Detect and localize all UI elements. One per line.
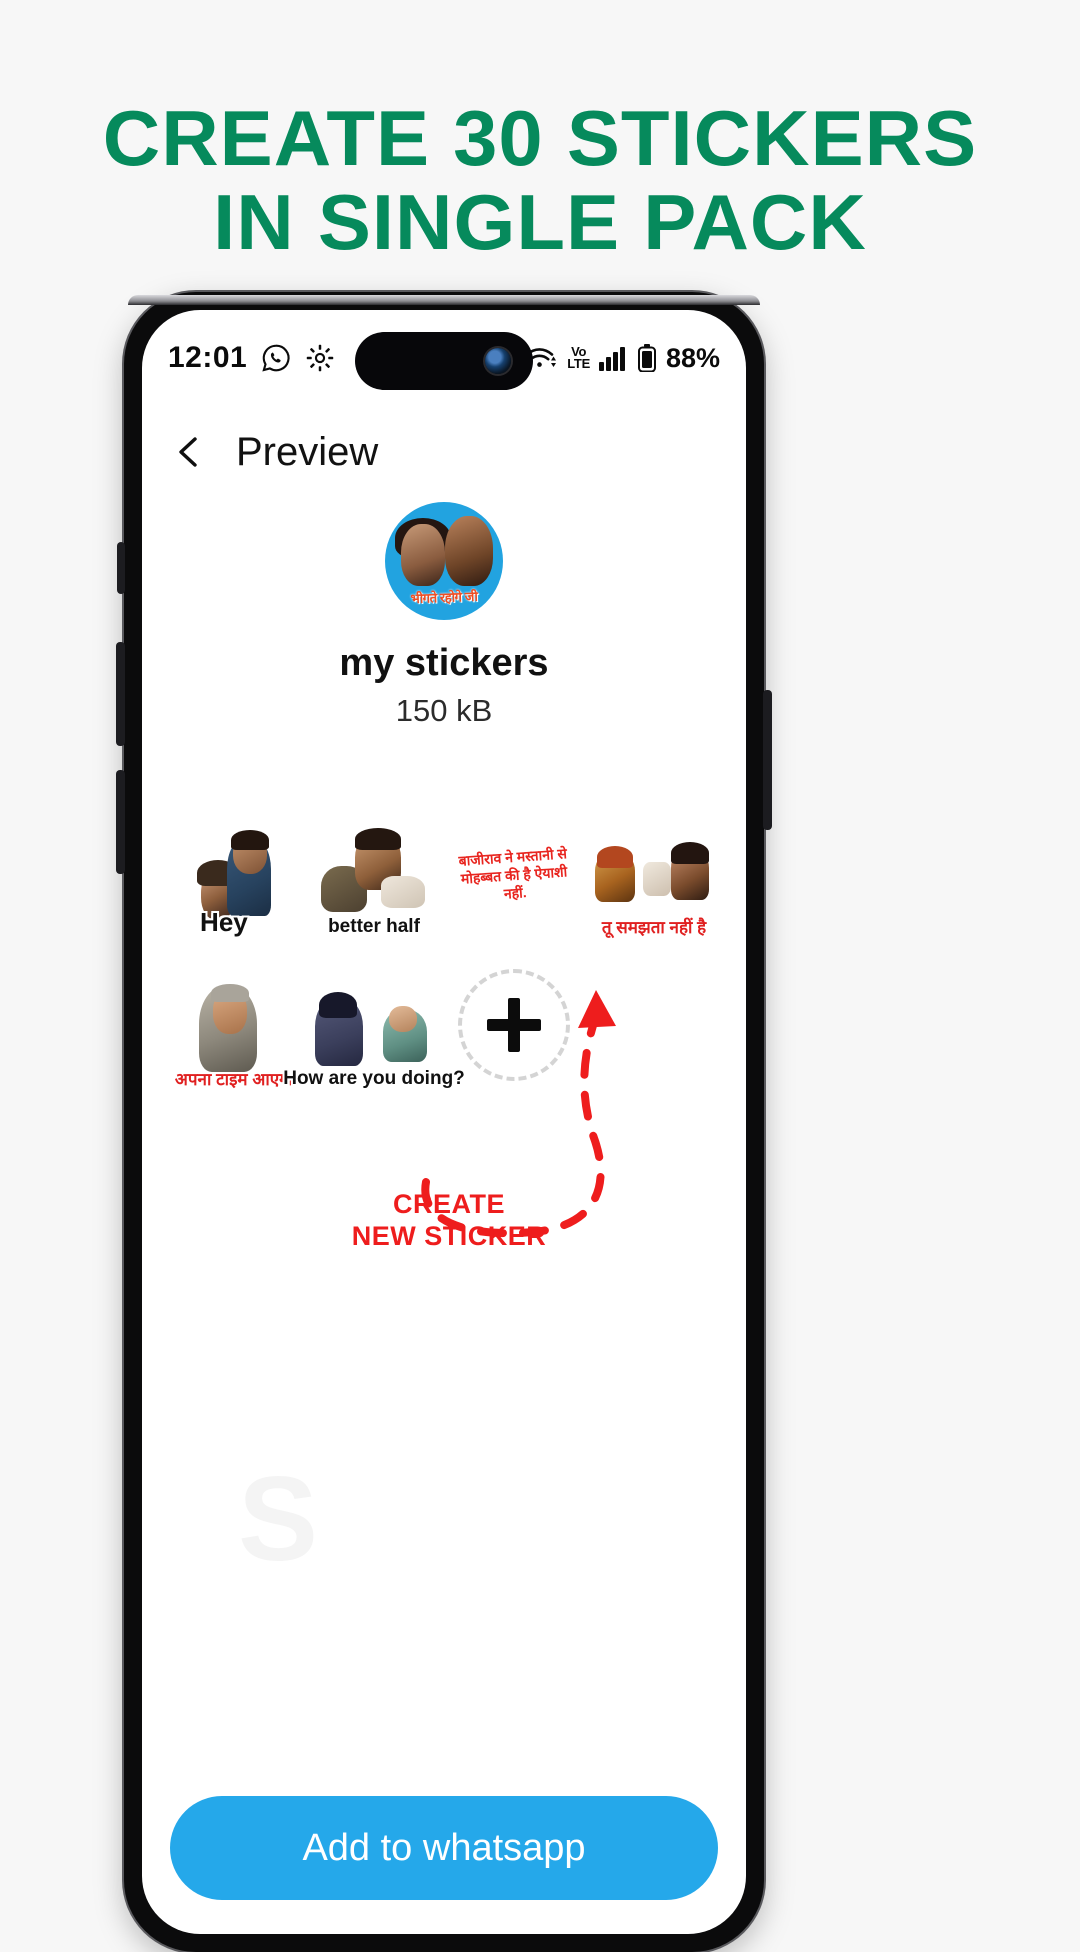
- sticker-thumbnail: better half: [311, 818, 437, 937]
- annotation-line-2: NEW STICKER: [351, 1221, 547, 1251]
- pack-avatar[interactable]: भीगते रहोगे जी: [385, 502, 503, 620]
- sticker-art: [355, 828, 401, 850]
- sticker-caption: Hey: [200, 907, 248, 937]
- status-bar-left: 12:01: [168, 341, 335, 375]
- avatar-art-face-right: [445, 516, 493, 586]
- status-bar: 12:01 Vo LTE 88%: [142, 310, 746, 406]
- phone-mute-switch[interactable]: [117, 542, 125, 594]
- sticker-cell[interactable]: better half: [304, 810, 444, 937]
- sticker-art: [231, 830, 269, 850]
- sticker-thumbnail: तू समझता नहीं है: [591, 818, 717, 937]
- phone-volume-up-button[interactable]: [116, 642, 125, 746]
- sticker-cell[interactable]: बाजीराव ने मस्तानी से मोहब्बत की है ऐयाशी…: [444, 810, 584, 936]
- pack-header: भीगते रहोगे जी my stickers 150 kB: [142, 502, 746, 729]
- volte-indicator: Vo LTE: [567, 345, 590, 371]
- annotation-text: CREATE NEW STICKER: [314, 1188, 584, 1252]
- sticker-caption: better half: [328, 916, 420, 937]
- sticker-thumbnail: Hey: [171, 818, 297, 937]
- page-title: Preview: [236, 429, 379, 474]
- add-to-whatsapp-button[interactable]: Add to whatsapp: [170, 1796, 718, 1900]
- sticker-caption: तू समझता नहीं है: [601, 918, 707, 937]
- sticker-thumbnail: बाजीराव ने मस्तानी से मोहब्बत की है ऐयाशी…: [451, 818, 577, 936]
- status-bar-clock: 12:01: [168, 341, 248, 374]
- volte-line-2: LTE: [567, 356, 590, 371]
- sticker-art: [381, 876, 425, 908]
- watermark: S: [238, 1450, 324, 1588]
- dynamic-island: [355, 332, 533, 390]
- battery-icon: [637, 344, 656, 373]
- sticker-cell[interactable]: Hey: [164, 810, 304, 937]
- sticker-art: [671, 842, 709, 864]
- phone-volume-down-button[interactable]: [116, 770, 125, 874]
- promo-headline: CREATE 30 STICKERS IN SINGLE PACK: [0, 96, 1080, 264]
- app-bar: Preview: [142, 410, 746, 494]
- pack-size: 150 kB: [395, 693, 493, 728]
- settings-gear-icon: [305, 343, 335, 373]
- add-to-whatsapp-label: Add to whatsapp: [302, 1826, 586, 1869]
- pack-name: my stickers: [339, 642, 549, 684]
- whatsapp-icon: [261, 343, 291, 373]
- sticker-caption: बाजीराव ने मस्तानी से मोहब्बत की है ऐयाशी…: [458, 845, 568, 902]
- promo-headline-line-2: IN SINGLE PACK: [213, 178, 867, 266]
- annotation-overlay: CREATE NEW STICKER: [164, 970, 724, 1300]
- sticker-art: [597, 846, 633, 868]
- promo-headline-line-1: CREATE 30 STICKERS: [102, 94, 978, 182]
- back-chevron-icon[interactable]: [172, 435, 206, 469]
- sticker-cell[interactable]: तू समझता नहीं है: [584, 810, 724, 937]
- phone-power-button[interactable]: [763, 690, 772, 830]
- front-camera-icon: [485, 348, 511, 374]
- phone-mockup: 12:01 Vo LTE 88% Preview भीगते रहोगे जी …: [116, 292, 772, 1952]
- status-bar-right: Vo LTE 88%: [524, 343, 720, 374]
- phone-screen: 12:01 Vo LTE 88% Preview भीगते रहोगे जी …: [142, 310, 746, 1934]
- avatar-art-face-left: [401, 524, 445, 586]
- sticker-art: [643, 862, 671, 896]
- battery-percentage: 88%: [665, 342, 720, 373]
- annotation-line-1: CREATE: [392, 1189, 505, 1219]
- signal-bars-icon: [598, 345, 629, 371]
- avatar-caption: भीगते रहोगे जी: [410, 588, 478, 607]
